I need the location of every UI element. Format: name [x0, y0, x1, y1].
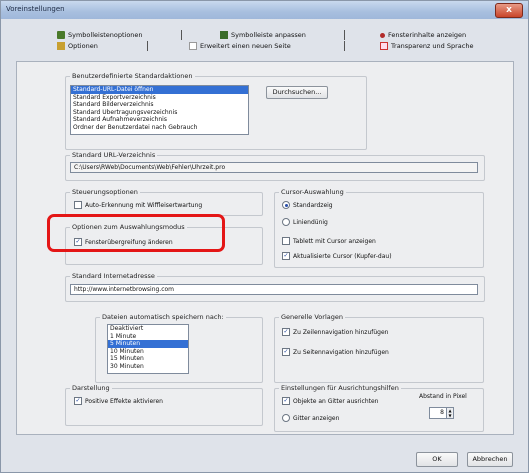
- windows-icon: [380, 32, 385, 38]
- standard-actions-list[interactable]: Standard-URL-Datei öffnen Standard Expor…: [70, 85, 249, 135]
- effects-checkbox[interactable]: ✓ Positive Effekte aktivieren: [74, 397, 163, 405]
- checkbox-box[interactable]: ✓: [282, 348, 290, 356]
- display-group: Darstellung: [65, 384, 263, 426]
- group-legend: Benutzerdefinierte Standardaktionen: [72, 72, 193, 80]
- checkbox-box[interactable]: ✓: [282, 328, 290, 336]
- radio-label: Liniendünig: [293, 218, 328, 226]
- autosave-list[interactable]: Deaktiviert 1 Minute 5 Minuten 10 Minute…: [107, 324, 189, 374]
- list-item[interactable]: Standard-URL-Datei öffnen: [71, 86, 248, 94]
- tab-label: Fensterinhalte anzeigen: [388, 31, 467, 39]
- show-grid-radio[interactable]: Gitter anzeigen: [282, 414, 339, 422]
- standard-url-field[interactable]: C:\Users\RWeb\Documents\Web\Fehler\Uhrze…: [70, 162, 478, 173]
- checkbox-label: Zu Seitennavigation hinzufügen: [293, 348, 389, 356]
- title-bar[interactable]: Voreinstellungen x: [1, 1, 528, 19]
- spacing-stepper[interactable]: 8 ▲ ▼: [429, 407, 454, 419]
- list-item[interactable]: 15 Minuten: [108, 355, 188, 363]
- checkbox-label: Positive Effekte aktivieren: [85, 397, 163, 405]
- list-item[interactable]: 30 Minuten: [108, 363, 188, 371]
- group-legend: Darstellung: [72, 384, 110, 392]
- checkbox-box[interactable]: ✓: [282, 252, 290, 260]
- close-button[interactable]: x: [495, 3, 523, 18]
- checkbox-box[interactable]: ✓: [74, 397, 82, 405]
- spacing-label: Abstand in Pixel: [419, 393, 467, 400]
- tab-customize[interactable]: Symbolleiste anpassen: [220, 31, 306, 39]
- tab-strip: Symbolleistenoptionen Symbolleiste anpas…: [17, 27, 497, 63]
- checkbox-label: Tablett mit Cursor anzeigen: [293, 237, 376, 245]
- toolbar-icon: [57, 31, 65, 39]
- list-item[interactable]: Ordner der Benutzerdatei nach Gebrauch: [71, 124, 248, 132]
- checkbox-label: Zu Zeilennavigation hinzufügen: [293, 328, 389, 336]
- radio-dot[interactable]: [282, 201, 290, 209]
- checkbox-label: Aktualisierte Cursor (Kupfer-dau): [293, 252, 392, 260]
- group-legend: Cursor-Auswahlung: [281, 188, 344, 196]
- group-legend: Steuerungsoptionen: [72, 188, 138, 196]
- checkbox-label: Auto-Erkennung mit Wiffleisertwartung: [85, 201, 203, 209]
- window-title: Voreinstellungen: [6, 5, 65, 13]
- list-item[interactable]: 1 Minute: [108, 333, 188, 341]
- highlight-annotation: [47, 214, 225, 252]
- radio-label: Gitter anzeigen: [293, 414, 340, 422]
- updated-cursor-checkbox[interactable]: ✓ Aktualisierte Cursor (Kupfer-dau): [282, 252, 392, 260]
- tab-label: Optionen: [68, 42, 98, 50]
- list-item[interactable]: Standard Bilderverzeichnis: [71, 101, 248, 109]
- group-legend: Standard URL-Verzeichnis: [72, 151, 156, 159]
- checkbox-box[interactable]: ✓: [282, 397, 290, 405]
- tab-separator: [344, 30, 345, 40]
- cancel-button[interactable]: Abbrechen: [467, 452, 513, 467]
- tab-toolbar-options[interactable]: Symbolleistenoptionen: [57, 31, 143, 39]
- spin-arrows-icon[interactable]: ▲ ▼: [447, 407, 454, 419]
- tab-label: Symbolleistenoptionen: [68, 31, 143, 39]
- options-icon: [57, 42, 65, 50]
- row-nav-checkbox[interactable]: ✓ Zu Zeilennavigation hinzufügen: [282, 328, 388, 336]
- tab-label: Erweitert einen neuen Seite: [200, 42, 291, 50]
- list-item[interactable]: Standard Aufnahmeverzeichnis: [71, 116, 248, 124]
- group-legend: Einstellungen für Ausrichtungshilfen: [281, 384, 399, 392]
- list-item[interactable]: 5 Minuten: [108, 340, 188, 348]
- group-legend: Generelle Vorlagen: [281, 313, 343, 321]
- checkbox-box[interactable]: [74, 201, 82, 209]
- radio-label: Standardzeig: [293, 201, 333, 209]
- tab-new-page[interactable]: Erweitert einen neuen Seite: [189, 42, 291, 50]
- list-item[interactable]: Standard Übertragungsverzeichnis: [71, 109, 248, 117]
- checkbox-label: Objekte an Gitter ausrichten: [293, 397, 379, 405]
- tab-language[interactable]: Transparenz und Sprache: [380, 42, 473, 50]
- tab-windows[interactable]: Fensterinhalte anzeigen: [380, 31, 466, 39]
- ok-button[interactable]: OK: [416, 452, 458, 467]
- tab-label: Transparenz und Sprache: [391, 42, 474, 50]
- radio-dot[interactable]: [282, 414, 290, 422]
- browse-button[interactable]: Durchsuchen...: [266, 86, 328, 99]
- close-icon: x: [506, 5, 512, 15]
- group-legend: Dateien automatisch speichern nach:: [102, 313, 224, 321]
- homepage-field[interactable]: http://www.internetbrowsing.com: [70, 284, 478, 295]
- cursor-radio-line[interactable]: Liniendünig: [282, 218, 328, 226]
- page-icon: [189, 42, 197, 50]
- auto-detect-checkbox[interactable]: Auto-Erkennung mit Wiffleisertwartung: [74, 201, 202, 209]
- language-icon: [380, 42, 388, 50]
- list-item[interactable]: Standard Exportverzeichnis: [71, 94, 248, 102]
- preferences-dialog: Voreinstellungen x Symbolleistenoptionen…: [0, 0, 529, 473]
- page-nav-checkbox[interactable]: ✓ Zu Seitennavigation hinzufügen: [282, 348, 389, 356]
- tab-separator: [344, 41, 345, 51]
- cursor-radio-standard[interactable]: Standardzeig: [282, 201, 333, 209]
- group-legend: Standard Internetadresse: [72, 272, 155, 280]
- spacing-value[interactable]: 8: [429, 407, 447, 419]
- tab-options[interactable]: Optionen: [57, 42, 98, 50]
- tab-label: Symbolleiste anpassen: [231, 31, 306, 39]
- tab-separator: [147, 41, 148, 51]
- customize-icon: [220, 31, 228, 39]
- radio-dot[interactable]: [282, 218, 290, 226]
- tablet-cursor-checkbox[interactable]: Tablett mit Cursor anzeigen: [282, 237, 376, 245]
- list-item[interactable]: Deaktiviert: [108, 325, 188, 333]
- tab-separator: [181, 30, 182, 40]
- list-item[interactable]: 10 Minuten: [108, 348, 188, 356]
- checkbox-box[interactable]: [282, 237, 290, 245]
- snap-grid-checkbox[interactable]: ✓ Objekte an Gitter ausrichten: [282, 397, 378, 405]
